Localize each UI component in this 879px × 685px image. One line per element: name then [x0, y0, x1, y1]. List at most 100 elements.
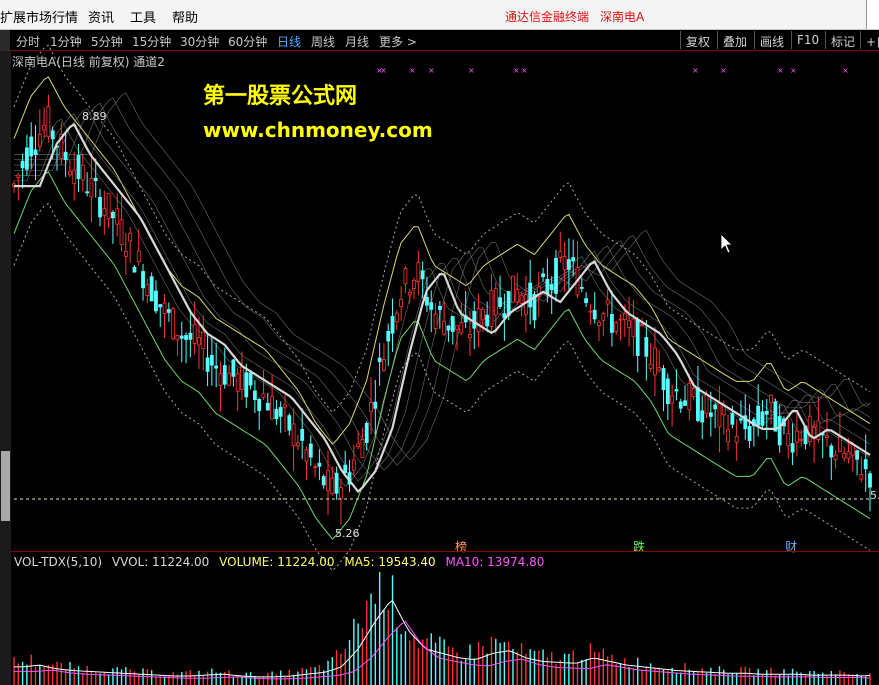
candle-body [756, 405, 761, 426]
candle-body [696, 387, 700, 421]
price-chart[interactable]: ×× × × × × × × × × × × [0, 0, 879, 685]
volume-indicator-name[interactable]: VOL-TDX(5,10) [14, 555, 102, 569]
candle-body [425, 296, 429, 306]
candle-body [377, 357, 382, 363]
volume-value: VOLUME: 11224.00 [219, 555, 335, 569]
candle-body [717, 402, 722, 428]
candle-body [123, 251, 128, 257]
candle-body [369, 402, 373, 412]
candle-body [506, 291, 511, 316]
candle-body [115, 208, 120, 225]
candle-body [653, 347, 657, 376]
candle-body [295, 442, 300, 447]
candle-body [37, 134, 42, 147]
candle-body [412, 280, 416, 289]
candle-body [777, 416, 782, 446]
ma10-value: MA10: 13974.80 [445, 555, 545, 569]
candle-body [549, 284, 554, 291]
candle-body [274, 408, 279, 420]
candle-body [102, 208, 107, 216]
candle-body [287, 415, 292, 431]
channel-band-line [13, 202, 871, 572]
candle-body [106, 192, 111, 220]
candle-body [631, 318, 636, 338]
candle-body [566, 259, 571, 270]
event-marker[interactable]: 榜 [455, 538, 467, 555]
candle-body [50, 130, 55, 140]
candle-body [455, 325, 459, 331]
candle-body [222, 365, 227, 385]
candle-body [386, 331, 391, 342]
candle-body [283, 404, 287, 408]
candle-body [670, 395, 675, 404]
candle-body [149, 276, 154, 302]
candle-body [799, 438, 804, 441]
candle-body [252, 390, 257, 400]
candle-body [605, 299, 610, 305]
candle-body [498, 297, 502, 307]
candle-body [141, 271, 145, 289]
candle-body [407, 292, 412, 296]
top-marker: × [790, 66, 797, 75]
candle-body [218, 373, 223, 386]
candle-body [588, 310, 593, 313]
candle-body [562, 256, 567, 271]
candle-body [184, 335, 188, 340]
channel-band-line [13, 76, 871, 445]
candle-body [145, 284, 150, 296]
candle-body [205, 357, 210, 372]
candle-body [76, 155, 81, 180]
event-marker[interactable]: 财 [785, 538, 797, 555]
top-marker: × [842, 66, 849, 75]
candle-body [842, 452, 847, 459]
candle-body [618, 318, 623, 321]
candle-body [270, 396, 274, 420]
candle-body [674, 389, 679, 392]
candle-body [489, 289, 494, 327]
volume-ma5-line [14, 599, 871, 678]
candle-body [403, 268, 408, 285]
candle-body [300, 428, 305, 441]
candle-body [171, 308, 176, 339]
candle-body [334, 472, 339, 494]
candle-body [786, 433, 791, 447]
candle-body [214, 365, 219, 369]
candle-body [119, 219, 124, 245]
candle-body [519, 294, 524, 304]
candle-body [240, 366, 244, 390]
moving-average-line [14, 118, 871, 487]
top-marker: × [521, 66, 528, 75]
candle-body [812, 427, 816, 438]
candle-body [459, 322, 464, 334]
candle-body [644, 337, 649, 357]
candle-body [16, 174, 21, 178]
candle-body [33, 149, 38, 155]
candle-body [833, 454, 838, 461]
vvol-value: VVOL: 11224.00 [111, 555, 210, 569]
candle-body [80, 164, 85, 181]
candle-body [610, 314, 614, 333]
candle-body [528, 282, 533, 308]
candle-body [433, 313, 438, 329]
low-price-label: 5.26 [335, 527, 360, 540]
candle-body [265, 402, 270, 411]
channel-band-line [13, 44, 871, 414]
candle-body [704, 394, 709, 414]
candle-body [291, 423, 296, 447]
candle-body [627, 320, 632, 328]
candle-body [111, 211, 115, 219]
candle-body [691, 388, 696, 398]
top-marker: × [692, 66, 699, 75]
candle-body [46, 106, 51, 137]
candle-body [739, 418, 743, 421]
candle-body [545, 278, 550, 294]
candle-body [93, 177, 98, 181]
right-price-label: 5. [870, 489, 879, 502]
candle-body [661, 368, 666, 391]
candle-body [136, 250, 141, 263]
candle-body [769, 394, 773, 403]
candle-body [89, 178, 94, 198]
candle-body [579, 286, 584, 289]
top-marker: × [777, 66, 784, 75]
event-marker[interactable]: 跌 [633, 538, 645, 555]
